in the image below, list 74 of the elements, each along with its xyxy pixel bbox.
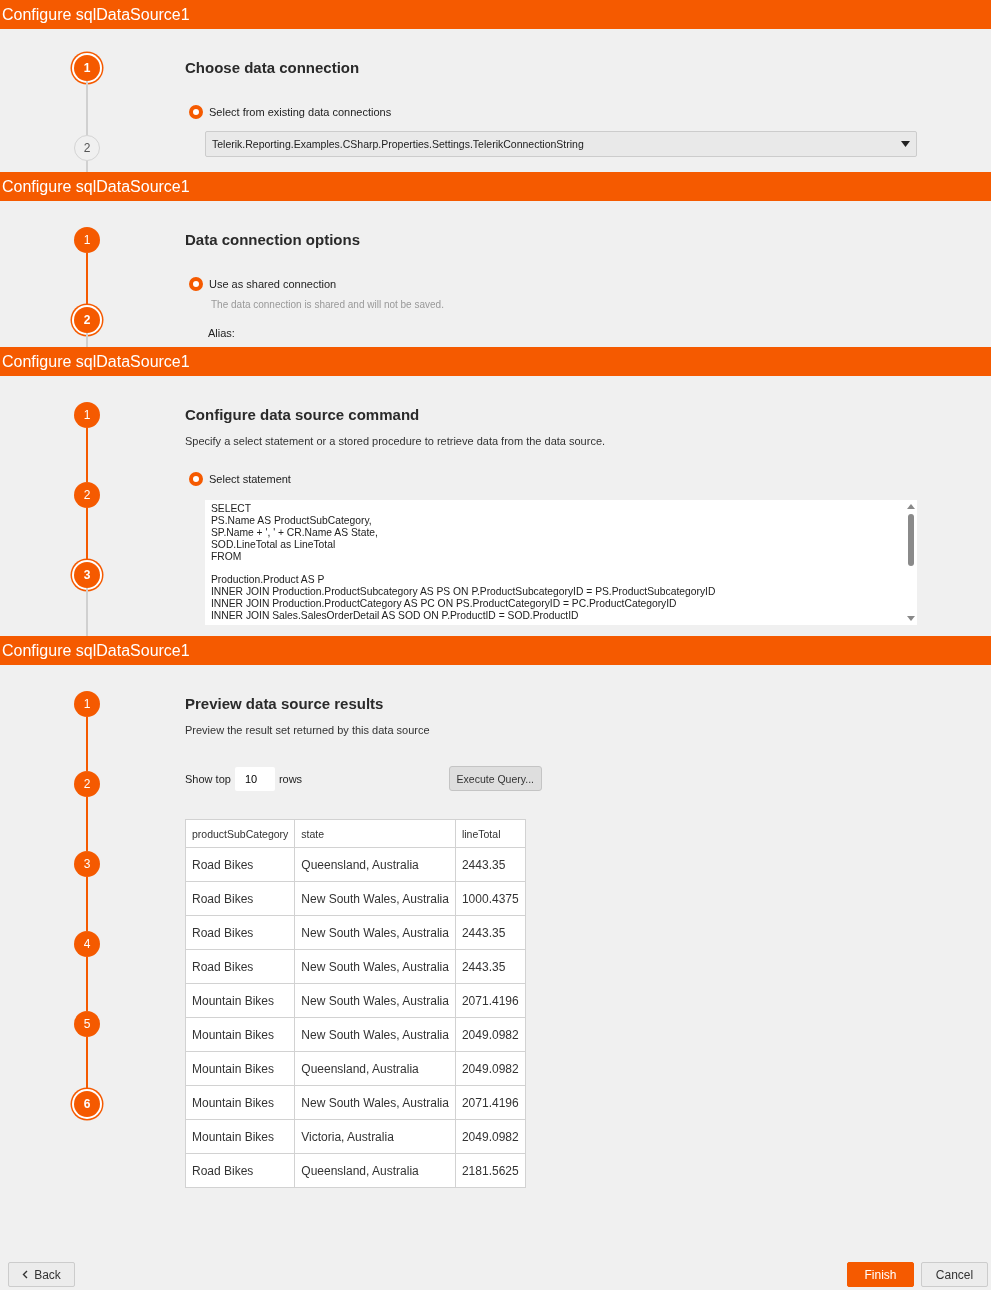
description-text: Preview the result set returned by this data source — [185, 724, 431, 736]
table-cell: New South Wales, Australia — [294, 949, 456, 984]
radio-label: Select from existing data connections — [209, 106, 392, 118]
table-cell: New South Wales, Australia — [294, 1085, 456, 1120]
table-cell: 2071.4196 — [455, 1085, 526, 1120]
step-number[interactable]: 5 — [74, 1011, 100, 1037]
description-text: Specify a select statement or a stored procedure to retrieve data from the data source. — [185, 435, 607, 447]
table-cell: 2443.35 — [455, 847, 526, 882]
table-cell: Road Bikes — [185, 915, 295, 950]
table-cell: Victoria, Australia — [294, 1119, 456, 1154]
execute-query-button[interactable]: Execute Query... — [448, 766, 542, 791]
table-cell: Road Bikes — [185, 1153, 295, 1188]
field-label: Show top — [185, 772, 231, 785]
step-number[interactable]: 6 — [74, 1091, 100, 1117]
step-number[interactable]: 2 — [74, 771, 100, 797]
table-cell: Mountain Bikes — [185, 1085, 295, 1120]
table-cell: Road Bikes — [185, 949, 295, 984]
table-cell: Queensland, Australia — [294, 847, 456, 882]
table-cell: 1000.4375 — [455, 881, 526, 916]
table-cell: 2071.4196 — [455, 983, 526, 1018]
table-cell: Mountain Bikes — [185, 983, 295, 1018]
table-cell: Mountain Bikes — [185, 1119, 295, 1154]
radio-button[interactable] — [189, 472, 203, 486]
table-cell: New South Wales, Australia — [294, 1017, 456, 1052]
connection-dropdown[interactable]: Telerik.Reporting.Examples.CSharp.Properties.Settings.TelerikConnectionString — [205, 131, 917, 157]
step-number[interactable]: 4 — [74, 931, 100, 957]
table-cell: Queensland, Australia — [294, 1153, 456, 1188]
table-cell: 2049.0982 — [455, 1119, 526, 1154]
field-label: Alias: — [208, 327, 236, 339]
hint-text: The data connection is shared and will not be saved. — [211, 299, 445, 310]
table-cell: 2443.35 — [455, 915, 526, 950]
table-cell: Mountain Bikes — [185, 1017, 295, 1052]
window-title: Configure sqlDataSource1 — [2, 352, 190, 371]
cancel-button[interactable]: Cancel — [921, 1262, 988, 1287]
step-number[interactable]: 2 — [74, 482, 100, 508]
rows-input[interactable]: 10 — [234, 766, 275, 791]
step-number[interactable]: 3 — [74, 851, 100, 877]
step-number[interactable]: 1 — [74, 55, 100, 81]
table-cell: Road Bikes — [185, 847, 295, 882]
step-heading: Data connection options — [185, 231, 361, 248]
table-cell: Queensland, Australia — [294, 1051, 456, 1086]
table-cell: Mountain Bikes — [185, 1051, 295, 1086]
table-cell: New South Wales, Australia — [294, 915, 456, 950]
step-heading: Configure data source command — [185, 406, 421, 423]
table-cell: 2443.35 — [455, 949, 526, 984]
step-number[interactable]: 3 — [74, 562, 100, 588]
step-number[interactable]: 1 — [74, 402, 100, 428]
table-cell: Road Bikes — [185, 881, 295, 916]
radio-label: Use as shared connection — [209, 278, 337, 290]
table-cell: New South Wales, Australia — [294, 983, 456, 1018]
back-button[interactable]: Back — [8, 1262, 75, 1287]
chevron-left-icon — [22, 1270, 29, 1279]
step-number[interactable]: 2 — [74, 135, 100, 161]
finish-button[interactable]: Finish — [847, 1262, 914, 1287]
step-heading: Preview data source results — [185, 695, 385, 712]
table-cell: 2049.0982 — [455, 1017, 526, 1052]
step-number[interactable]: 1 — [74, 227, 100, 253]
step-number[interactable]: 2 — [74, 307, 100, 333]
window-title: Configure sqlDataSource1 — [2, 5, 190, 24]
window-title: Configure sqlDataSource1 — [2, 177, 190, 196]
window-title: Configure sqlDataSource1 — [2, 641, 190, 660]
step-number[interactable]: 1 — [74, 691, 100, 717]
field-label: rows — [278, 772, 303, 785]
table-cell: 2181.5625 — [455, 1153, 526, 1188]
radio-label: Select statement — [209, 473, 291, 485]
radio-button[interactable] — [189, 277, 203, 291]
table-cell: 2049.0982 — [455, 1051, 526, 1086]
caret-icon — [901, 141, 910, 147]
step-heading: Choose data connection — [185, 59, 361, 76]
table-cell: New South Wales, Australia — [294, 881, 456, 916]
radio-button[interactable] — [189, 105, 203, 119]
column-header: lineTotal — [455, 819, 526, 848]
column-header: state — [294, 819, 456, 848]
column-header: productSubCategory — [185, 819, 295, 848]
